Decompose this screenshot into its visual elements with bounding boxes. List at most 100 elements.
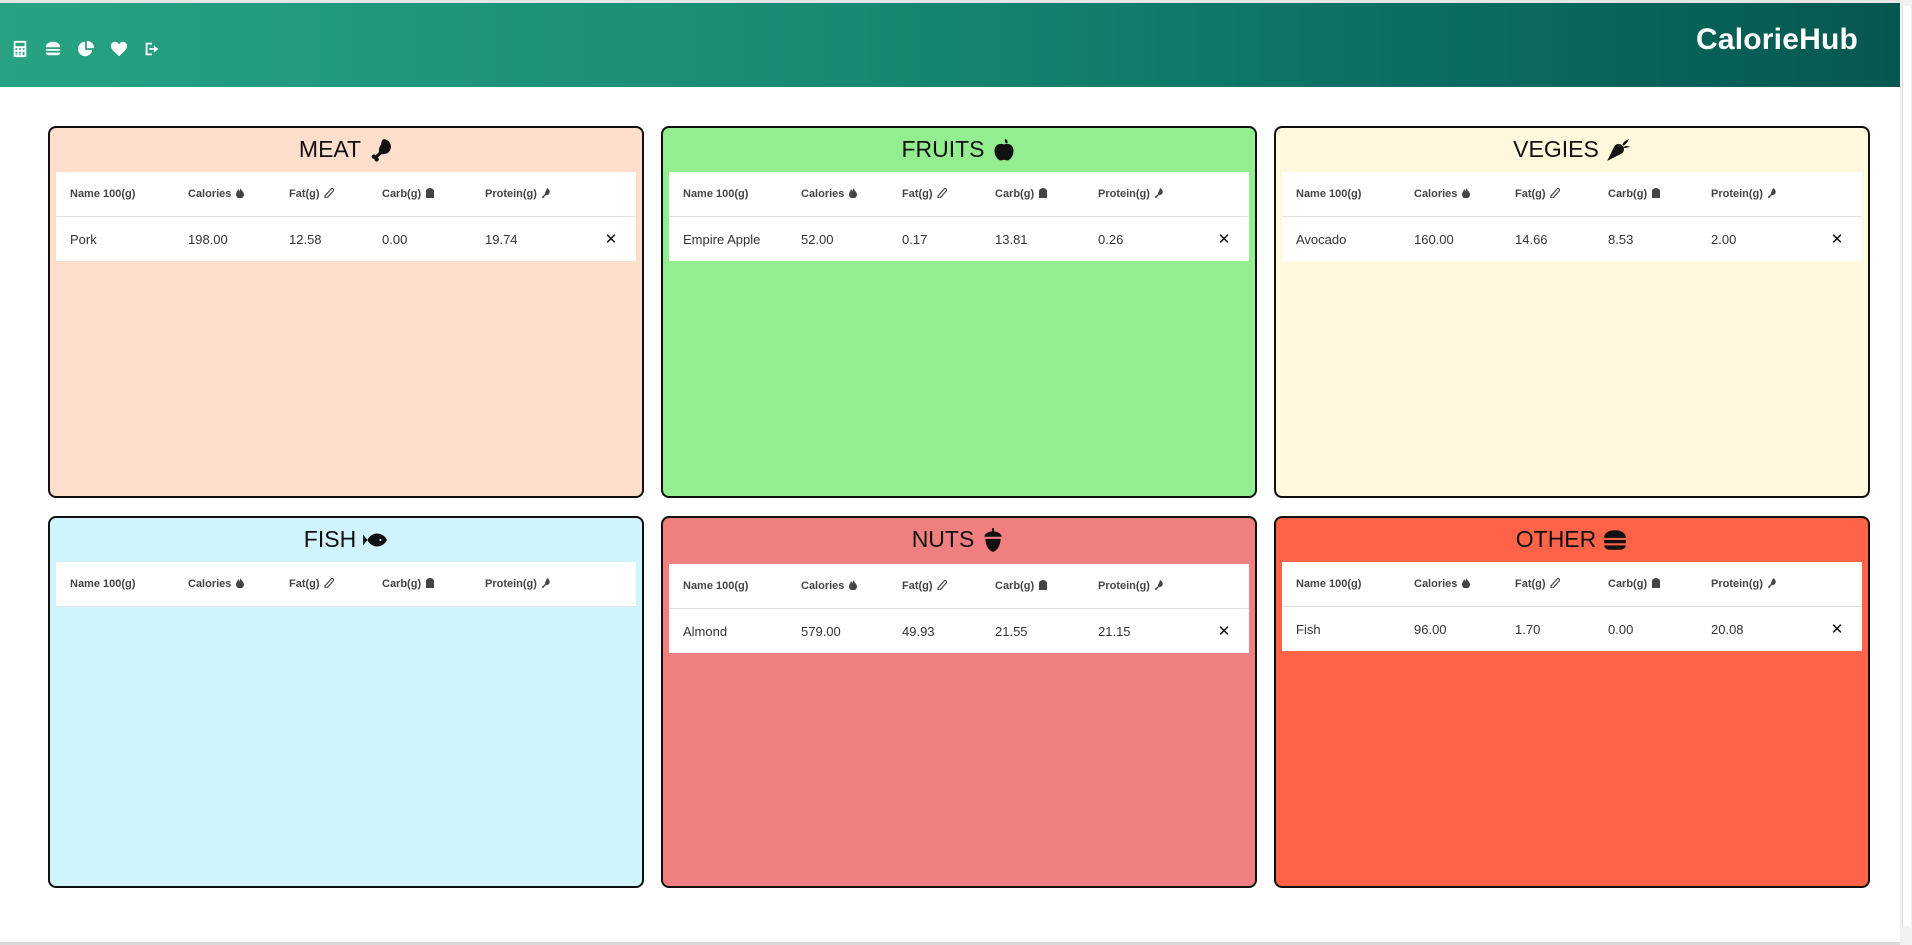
cell-carb: 21.55 (995, 623, 1028, 639)
column-header: Fat(g) (275, 576, 368, 591)
drumstick-icon (1767, 187, 1777, 201)
column-header-label: Protein(g) (1098, 580, 1150, 592)
column-header: Name 100(g) (1282, 188, 1400, 200)
pie-chart-icon[interactable] (76, 39, 96, 59)
cell-calories: 52.00 (801, 231, 834, 247)
feather-icon (1549, 576, 1561, 591)
cell-name: Avocado (1296, 231, 1347, 247)
food-table: Name 100(g) Calories Fat(g) Carb(g) Protein(… (56, 562, 636, 607)
acorn-icon (984, 527, 1002, 552)
column-header-label: Carb(g) (382, 578, 422, 590)
column-header-label: Name 100(g) (70, 188, 136, 200)
column-header: Calories (174, 577, 275, 591)
cell-calories: 198.00 (188, 231, 228, 247)
heart-icon[interactable] (109, 39, 129, 59)
bread-icon (1038, 187, 1048, 201)
scrollbar[interactable] (1900, 0, 1912, 945)
table-row: Empire Apple 52.00 0.17 13.81 0.26 ✕ (669, 217, 1249, 261)
fish-icon (363, 533, 388, 546)
table-header: Name 100(g) Calories Fat(g) Carb(g) Protein(… (1282, 562, 1862, 607)
bread-icon (1651, 187, 1661, 201)
cell-fat: 12.58 (289, 231, 322, 247)
column-header-label: Calories (801, 188, 845, 200)
column-header: Name 100(g) (56, 188, 174, 200)
panel-title: MEAT (50, 136, 642, 163)
column-header-label: Fat(g) (289, 578, 320, 590)
apple-icon (993, 138, 1014, 160)
column-header-label: Calories (1414, 578, 1458, 590)
delete-row-button[interactable]: ✕ (1812, 230, 1862, 248)
column-header: Fat(g) (1501, 186, 1594, 201)
table-row: Fish 96.00 1.70 0.00 20.08 ✕ (1282, 607, 1862, 651)
logout-icon[interactable] (142, 39, 162, 59)
cell-fat: 0.17 (902, 231, 928, 247)
column-header: Protein(g) (1697, 577, 1812, 591)
bread-icon (1038, 579, 1048, 593)
drumstick-icon (541, 187, 551, 201)
cell-carb: 13.81 (995, 231, 1028, 247)
delete-row-button[interactable]: ✕ (586, 230, 636, 248)
column-header: Protein(g) (1084, 187, 1199, 201)
cell-protein: 20.08 (1711, 621, 1744, 637)
panel-title: VEGIES (1276, 136, 1868, 163)
fire-icon (235, 187, 245, 201)
table-row: Avocado 160.00 14.66 8.53 2.00 ✕ (1282, 217, 1862, 261)
column-header-label: Protein(g) (485, 188, 537, 200)
column-header: Protein(g) (471, 577, 586, 591)
bread-icon (425, 577, 435, 591)
column-header: Name 100(g) (669, 580, 787, 592)
cell-protein: 0.26 (1098, 231, 1124, 247)
table-header: Name 100(g) Calories Fat(g) Carb(g) Protein(… (56, 562, 636, 607)
carrot-icon (1606, 138, 1630, 161)
column-header: Carb(g) (1594, 187, 1697, 201)
calculator-icon[interactable] (10, 39, 30, 59)
brand-title[interactable]: CalorieHub (1696, 23, 1858, 57)
cell-name: Pork (70, 231, 97, 247)
panel-title: FISH (50, 526, 642, 553)
column-header: Calories (1400, 187, 1501, 201)
cell-protein: 19.74 (485, 231, 518, 247)
column-header-label: Calories (801, 580, 845, 592)
drumstick-icon (371, 138, 392, 162)
panel-other: OTHER Name 100(g) Calories Fat(g) Carb(g) Pr… (1274, 516, 1870, 888)
fire-icon (848, 579, 858, 593)
cell-fat: 14.66 (1515, 231, 1548, 247)
app-header: CalorieHub (0, 3, 1900, 87)
column-header: Calories (1400, 577, 1501, 591)
bread-icon (1651, 577, 1661, 591)
cell-carb: 0.00 (382, 231, 408, 247)
column-header-label: Name 100(g) (683, 188, 749, 200)
drumstick-icon (1154, 187, 1164, 201)
feather-icon (1549, 186, 1561, 201)
feather-icon (936, 186, 948, 201)
delete-row-button[interactable]: ✕ (1199, 230, 1249, 248)
table-header: Name 100(g) Calories Fat(g) Carb(g) Protein(… (1282, 172, 1862, 217)
column-header-label: Carb(g) (1608, 578, 1648, 590)
cell-calories: 579.00 (801, 623, 841, 639)
column-header-label: Name 100(g) (70, 578, 136, 590)
column-header-label: Carb(g) (995, 188, 1035, 200)
scrollbar-thumb[interactable] (1902, 6, 1911, 926)
fire-icon (235, 577, 245, 591)
column-header: Fat(g) (1501, 576, 1594, 591)
column-header-label: Carb(g) (382, 188, 422, 200)
column-header-label: Protein(g) (485, 578, 537, 590)
cell-fat: 1.70 (1515, 621, 1541, 637)
burger-icon[interactable] (43, 39, 63, 59)
food-table: Name 100(g) Calories Fat(g) Carb(g) Protein(… (1282, 172, 1862, 261)
column-header: Name 100(g) (56, 578, 174, 590)
column-header: Name 100(g) (669, 188, 787, 200)
cell-fat: 49.93 (902, 623, 935, 639)
panel-title-text: FRUITS (901, 136, 985, 162)
drumstick-icon (541, 577, 551, 591)
food-table: Name 100(g) Calories Fat(g) Carb(g) Protein(… (669, 172, 1249, 261)
delete-row-button[interactable]: ✕ (1199, 622, 1249, 640)
column-header-label: Protein(g) (1711, 188, 1763, 200)
column-header-label: Name 100(g) (683, 580, 749, 592)
column-header-label: Fat(g) (902, 580, 933, 592)
column-header: Protein(g) (1697, 187, 1812, 201)
panel-title: OTHER (1276, 526, 1868, 553)
delete-row-button[interactable]: ✕ (1812, 620, 1862, 638)
drumstick-icon (1767, 577, 1777, 591)
column-header-label: Calories (188, 578, 232, 590)
